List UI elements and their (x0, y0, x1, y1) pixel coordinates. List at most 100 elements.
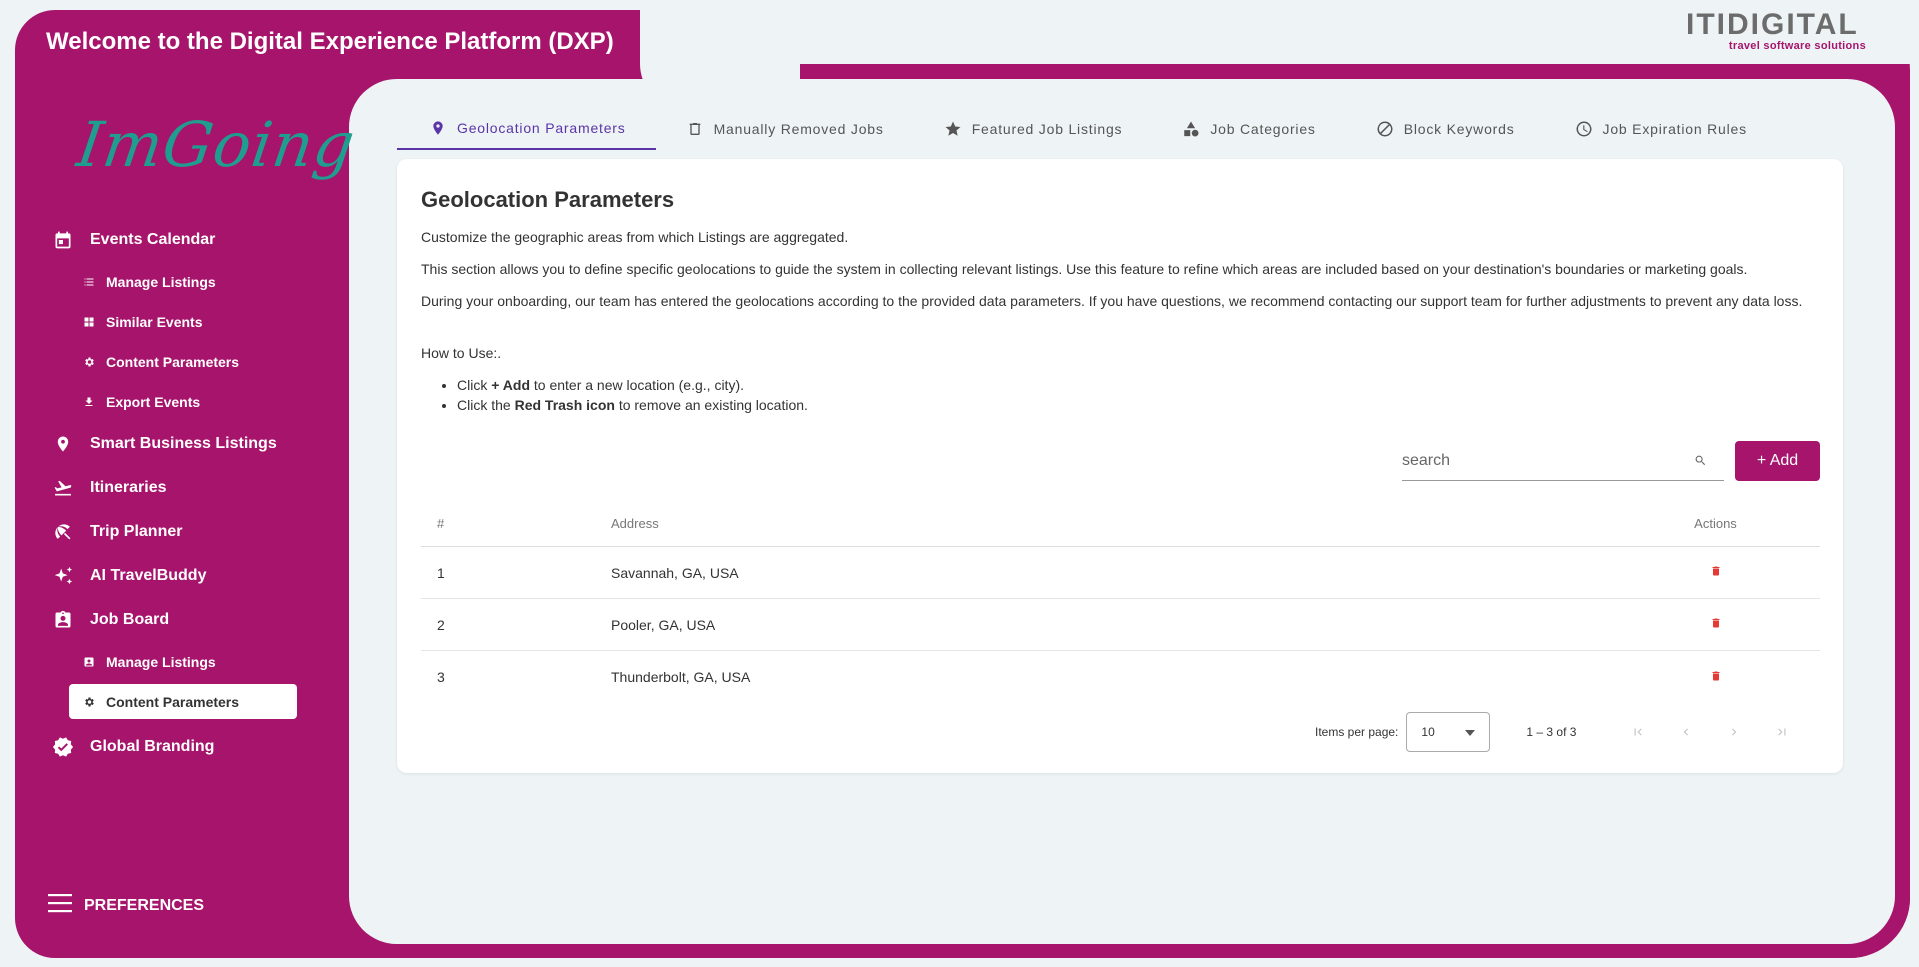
sidebar-item-content-parameters[interactable]: Content Parameters (48, 342, 308, 382)
sparkle-icon (52, 565, 74, 587)
preferences-button[interactable]: PREFERENCES (48, 893, 204, 918)
sidebar-item-itineraries[interactable]: Itineraries (48, 466, 308, 510)
delete-trash-icon[interactable] (1710, 564, 1722, 581)
sidebar-item-label: Content Parameters (106, 354, 240, 370)
sidebar-item-trip-planner[interactable]: Trip Planner (48, 510, 308, 554)
list-icon (82, 275, 96, 289)
similar-icon (82, 315, 96, 329)
description-detail: This section allows you to define specif… (421, 261, 1748, 277)
sidebar-item-label: Global Branding (90, 738, 215, 755)
tab-label: Geolocation Parameters (457, 120, 626, 136)
how-to-step: Click + Add to enter a new location (e.g… (457, 375, 808, 395)
verified-icon (52, 736, 74, 758)
paginator: Items per page: 10 1 – 3 of 3 (1315, 712, 1806, 752)
tab-label: Featured Job Listings (971, 121, 1123, 137)
locations-table: # Address Actions 1 Savannah, GA, USA 2 … (421, 501, 1820, 703)
description-summary: Customize the geographic areas from whic… (421, 229, 849, 245)
page-range: 1 – 3 of 3 (1526, 725, 1577, 739)
tab-label: Job Categories (1210, 121, 1316, 137)
table-header: # Address Actions (421, 501, 1820, 547)
sidebar-item-similar-events[interactable]: Similar Events (48, 302, 308, 342)
sidebar-item-job-manage-listings[interactable]: Manage Listings (48, 642, 308, 682)
page-title: Geolocation Parameters (421, 187, 675, 212)
trash-icon (686, 120, 704, 138)
table-row: 2 Pooler, GA, USA (421, 599, 1820, 651)
tab-featured-job-listings[interactable]: Featured Job Listings (914, 108, 1153, 150)
sidebar-item-label: Job Board (90, 611, 170, 628)
row-address: Pooler, GA, USA (611, 616, 716, 633)
brand-name: ITIDIGITAL (1686, 8, 1859, 41)
add-location-button[interactable]: + Add (1735, 441, 1820, 481)
column-header-address: Address (611, 516, 659, 531)
delete-trash-icon[interactable] (1710, 616, 1722, 633)
tab-manually-removed-jobs[interactable]: Manually Removed Jobs (656, 108, 914, 150)
brand-tagline: travel software solutions (1728, 40, 1866, 52)
row-number: 2 (437, 616, 445, 633)
column-header-actions: Actions (1694, 516, 1737, 531)
first-page-icon[interactable] (1614, 725, 1662, 739)
next-page-icon[interactable] (1710, 725, 1758, 739)
block-icon (1376, 120, 1394, 138)
search-box (1402, 441, 1724, 481)
how-to-heading: How to Use:. (421, 345, 502, 361)
sidebar-item-events-calendar[interactable]: Events Calendar (48, 218, 308, 262)
table-row: 1 Savannah, GA, USA (421, 547, 1820, 599)
sidebar-item-ai-travelbuddy[interactable]: AI TravelBuddy (48, 554, 308, 598)
table-row: 3 Thunderbolt, GA, USA (421, 651, 1820, 703)
tab-block-keywords[interactable]: Block Keywords (1346, 108, 1545, 150)
sidebar-item-label: Manage Listings (106, 274, 216, 290)
tab-bar: Geolocation Parameters Manually Removed … (397, 108, 1777, 152)
last-page-icon[interactable] (1758, 725, 1806, 739)
sidebar-nav: Events Calendar Manage Listings Similar … (48, 218, 308, 769)
preferences-label: PREFERENCES (84, 896, 205, 914)
row-address: Savannah, GA, USA (611, 564, 739, 581)
badge-icon (52, 609, 74, 631)
calendar-icon (52, 229, 74, 251)
tab-job-expiration-rules[interactable]: Job Expiration Rules (1545, 108, 1777, 150)
column-header-number: # (437, 516, 445, 531)
sidebar-item-label: Trip Planner (90, 523, 183, 540)
menu-icon (48, 893, 72, 918)
gear-icon (82, 695, 96, 709)
row-number: 3 (437, 669, 445, 685)
shapes-icon (1182, 120, 1200, 138)
content-card: Geolocation Parameters Customize the geo… (397, 159, 1843, 773)
sidebar-item-label: Itineraries (90, 479, 167, 496)
pin-icon (429, 119, 447, 137)
description-onboarding: During your onboarding, our team has ent… (421, 293, 1803, 309)
sidebar-item-export-events[interactable]: Export Events (48, 382, 308, 422)
plane-icon (52, 477, 74, 499)
sidebar-item-label: Events Calendar (90, 231, 216, 248)
welcome-title: Welcome to the Digital Experience Platfo… (46, 28, 614, 55)
sidebar-item-global-branding[interactable]: Global Branding (48, 725, 308, 769)
sidebar-item-manage-listings[interactable]: Manage Listings (48, 262, 308, 302)
tab-geolocation-parameters[interactable]: Geolocation Parameters (397, 108, 656, 150)
gear-icon (82, 355, 96, 369)
sidebar-item-label: Similar Events (106, 314, 203, 330)
brand-logo: ITIDIGITAL travel software solutions (1686, 8, 1866, 53)
umbrella-icon (52, 521, 74, 543)
sidebar-item-label: AI TravelBuddy (90, 567, 207, 584)
row-number: 1 (437, 564, 445, 581)
chevron-down-icon (1465, 725, 1476, 739)
previous-page-icon[interactable] (1662, 725, 1710, 739)
download-icon (82, 395, 96, 409)
search-input[interactable] (1402, 451, 1692, 470)
tab-label: Block Keywords (1403, 121, 1515, 137)
sidebar-item-job-content-parameters[interactable]: Content Parameters (69, 684, 297, 719)
search-icon[interactable] (1692, 453, 1708, 469)
sidebar-item-label: Smart Business Listings (90, 435, 277, 452)
sidebar-item-job-board[interactable]: Job Board (48, 598, 308, 642)
tab-job-categories[interactable]: Job Categories (1152, 108, 1345, 150)
sidebar-item-label: Export Events (106, 394, 201, 410)
tab-label: Manually Removed Jobs (713, 121, 884, 137)
page-size-value: 10 (1421, 725, 1435, 739)
sidebar-item-smart-business-listings[interactable]: Smart Business Listings (48, 422, 308, 466)
sidebar-item-label: Content Parameters (106, 693, 240, 710)
row-address: Thunderbolt, GA, USA (611, 669, 751, 685)
page-size-select[interactable]: 10 (1406, 712, 1491, 752)
tab-label: Job Expiration Rules (1602, 121, 1747, 137)
delete-trash-icon[interactable] (1710, 669, 1722, 686)
sidebar-item-label: Manage Listings (106, 654, 216, 670)
items-per-page-label: Items per page: (1315, 725, 1399, 739)
